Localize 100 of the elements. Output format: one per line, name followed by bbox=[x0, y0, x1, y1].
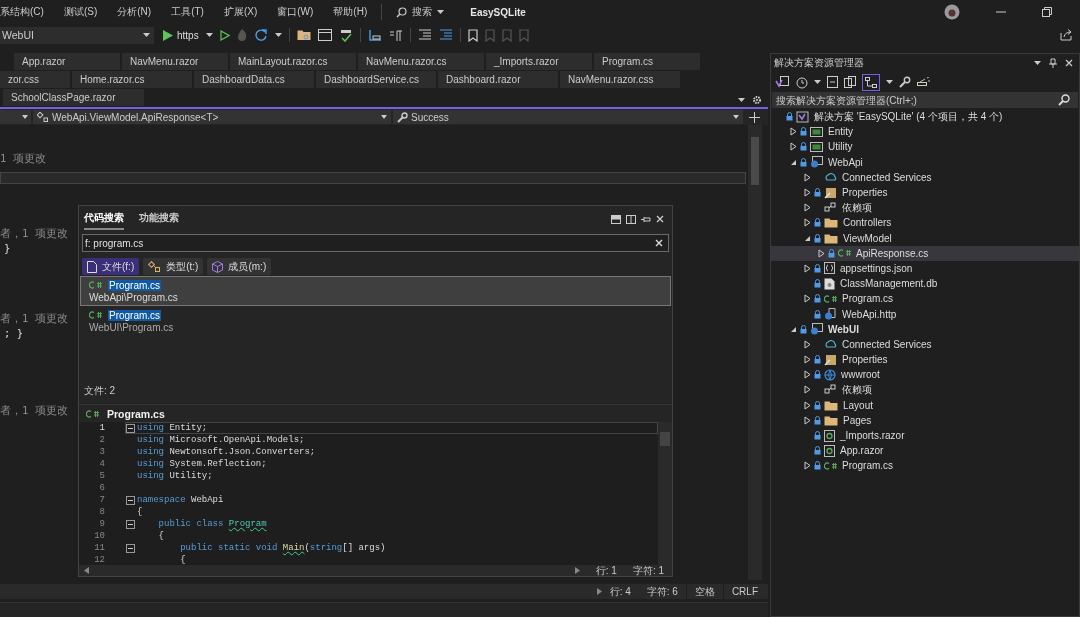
tree-item[interactable]: WebApi.http bbox=[771, 306, 1079, 322]
caret-icon[interactable] bbox=[886, 80, 893, 84]
document-tab[interactable]: NavMenu.razor bbox=[122, 53, 228, 70]
filter-chip[interactable]: 成员(m:) bbox=[207, 258, 272, 275]
pin-icon[interactable] bbox=[1049, 58, 1057, 68]
expanded-arrow-icon[interactable] bbox=[803, 234, 811, 242]
collapse-icon[interactable] bbox=[126, 495, 135, 505]
vertical-scrollbar[interactable] bbox=[748, 125, 762, 580]
history-icon[interactable] bbox=[795, 75, 808, 89]
indent-icon[interactable] bbox=[417, 29, 432, 41]
solution-switch-icon[interactable] bbox=[775, 75, 789, 89]
search-button[interactable]: 搜索 bbox=[392, 5, 449, 19]
search-result[interactable]: Program.cs WebApi\Program.cs bbox=[80, 276, 671, 306]
collapsed-arrow-icon[interactable] bbox=[803, 218, 811, 228]
dock-bottom-icon[interactable] bbox=[611, 214, 621, 224]
document-tab[interactable]: DashboardService.cs bbox=[316, 71, 436, 88]
tree-item[interactable]: 依赖项 bbox=[771, 200, 1079, 216]
document-tab[interactable]: NavMenu.razor.css bbox=[560, 71, 680, 88]
close-icon[interactable] bbox=[1065, 59, 1073, 67]
tree-item[interactable]: Properties bbox=[771, 184, 1079, 201]
tree-item[interactable]: Controllers bbox=[771, 215, 1079, 231]
tree-item[interactable]: Entity bbox=[771, 124, 1079, 140]
collapsed-arrow-icon[interactable] bbox=[803, 461, 811, 471]
collapsed-arrow-icon[interactable] bbox=[789, 127, 797, 137]
folder-search-icon[interactable] bbox=[296, 29, 311, 41]
search-tab[interactable]: 功能搜索 bbox=[139, 208, 179, 230]
filter-chip[interactable]: 类型(t:) bbox=[143, 258, 204, 275]
avatar-icon[interactable] bbox=[944, 4, 960, 20]
collapsed-arrow-icon[interactable] bbox=[803, 339, 811, 349]
tree-item[interactable]: App.razor bbox=[771, 443, 1079, 459]
browser-icon[interactable] bbox=[317, 28, 332, 42]
tree-item[interactable]: ClassManagement.db bbox=[771, 276, 1079, 292]
scroll-right-icon[interactable] bbox=[596, 588, 602, 595]
outdent-icon[interactable] bbox=[438, 29, 453, 41]
document-tab[interactable]: DashboardData.cs bbox=[194, 71, 314, 88]
document-tab[interactable]: SchoolClassPage.razor bbox=[3, 89, 144, 106]
collapsed-arrow-icon[interactable] bbox=[803, 172, 811, 182]
expanded-arrow-icon[interactable] bbox=[789, 325, 797, 333]
caret-icon[interactable] bbox=[205, 33, 213, 37]
line-ending[interactable]: CRLF bbox=[722, 584, 766, 599]
filter-chip[interactable]: 文件(f:) bbox=[82, 258, 140, 275]
tree-item[interactable]: Properties bbox=[771, 352, 1079, 368]
tree-item[interactable]: Program.cs bbox=[771, 291, 1079, 307]
tree-item[interactable]: ApiResponse.cs bbox=[771, 245, 1079, 261]
collapse-icon[interactable] bbox=[126, 519, 135, 529]
play-outline-icon[interactable] bbox=[219, 29, 230, 41]
tree-item[interactable]: Program.cs bbox=[771, 458, 1079, 474]
collapsed-arrow-icon[interactable] bbox=[803, 294, 811, 304]
tree-item[interactable]: Utility bbox=[771, 139, 1079, 155]
document-tab[interactable]: zor.css bbox=[0, 71, 70, 88]
tree-item[interactable]: 依赖项 bbox=[771, 382, 1079, 398]
expanded-arrow-icon[interactable] bbox=[789, 158, 797, 166]
tree-item[interactable]: Connected Services bbox=[771, 336, 1079, 352]
sync-view-button[interactable] bbox=[862, 73, 880, 91]
document-tab[interactable]: Program.cs bbox=[594, 53, 700, 70]
spell-check-icon[interactable] bbox=[338, 28, 353, 42]
search-icon[interactable] bbox=[1058, 94, 1070, 106]
document-tab[interactable]: _Imports.razor bbox=[486, 53, 592, 70]
scroll-right-icon[interactable] bbox=[574, 567, 580, 574]
tree-item[interactable]: 解决方案 'EasySQLite' (4 个项目，共 4 个) bbox=[771, 109, 1079, 125]
collapsed-arrow-icon[interactable] bbox=[803, 263, 811, 273]
collapsed-arrow-icon[interactable] bbox=[803, 415, 811, 425]
dock-side-icon[interactable] bbox=[626, 214, 636, 224]
share-icon[interactable] bbox=[1060, 29, 1072, 41]
tree-item[interactable]: Connected Services bbox=[771, 169, 1079, 185]
search-result[interactable]: Program.cs WebUI\Program.cs bbox=[80, 306, 671, 336]
menu-item[interactable]: 分析(N) bbox=[107, 5, 162, 19]
menu-item[interactable]: 扩展(X) bbox=[213, 5, 268, 19]
collapsed-arrow-icon[interactable] bbox=[803, 370, 811, 380]
tree-item[interactable]: Pages bbox=[771, 412, 1079, 428]
menu-item[interactable]: 工具(T) bbox=[161, 5, 214, 19]
close-icon[interactable] bbox=[656, 215, 664, 223]
split-icon[interactable] bbox=[749, 111, 760, 123]
document-tab[interactable]: Dashboard.razor bbox=[438, 71, 558, 88]
search-field[interactable]: f: program.cs bbox=[82, 234, 669, 252]
document-tab[interactable]: MainLayout.razor.cs bbox=[230, 53, 356, 70]
run-button[interactable]: https bbox=[161, 29, 199, 41]
caret-icon[interactable] bbox=[738, 98, 745, 102]
search-field[interactable]: 搜索解决方案资源管理器(Ctrl+;) bbox=[772, 92, 1078, 108]
tree-item[interactable]: WebUI bbox=[771, 321, 1079, 337]
menu-item[interactable]: 窗口(W) bbox=[267, 5, 324, 19]
menu-item[interactable]: 帮助(H) bbox=[323, 5, 378, 19]
collapsed-arrow-icon[interactable] bbox=[803, 355, 811, 365]
clear-icon[interactable] bbox=[655, 239, 663, 247]
wrench-icon[interactable] bbox=[899, 76, 911, 88]
columns-icon[interactable] bbox=[388, 28, 403, 42]
collapse-all-icon[interactable] bbox=[827, 76, 838, 88]
pin-icon[interactable] bbox=[641, 214, 651, 224]
document-tab[interactable]: App.razor bbox=[14, 53, 120, 70]
member-dropdown[interactable]: Success bbox=[393, 110, 743, 124]
tree-item[interactable]: ViewModel bbox=[771, 230, 1079, 246]
caret-icon[interactable] bbox=[1034, 61, 1041, 65]
collapsed-arrow-icon[interactable] bbox=[803, 188, 811, 198]
project-dropdown[interactable]: WebUI bbox=[0, 26, 154, 44]
collapsed-arrow-icon[interactable] bbox=[817, 248, 825, 258]
project-scope-dropdown[interactable] bbox=[0, 110, 31, 124]
collapse-icon[interactable] bbox=[126, 543, 135, 553]
restore-icon[interactable] bbox=[1042, 7, 1052, 17]
refresh-icon[interactable] bbox=[254, 28, 268, 42]
collapsed-arrow-icon[interactable] bbox=[803, 385, 811, 395]
